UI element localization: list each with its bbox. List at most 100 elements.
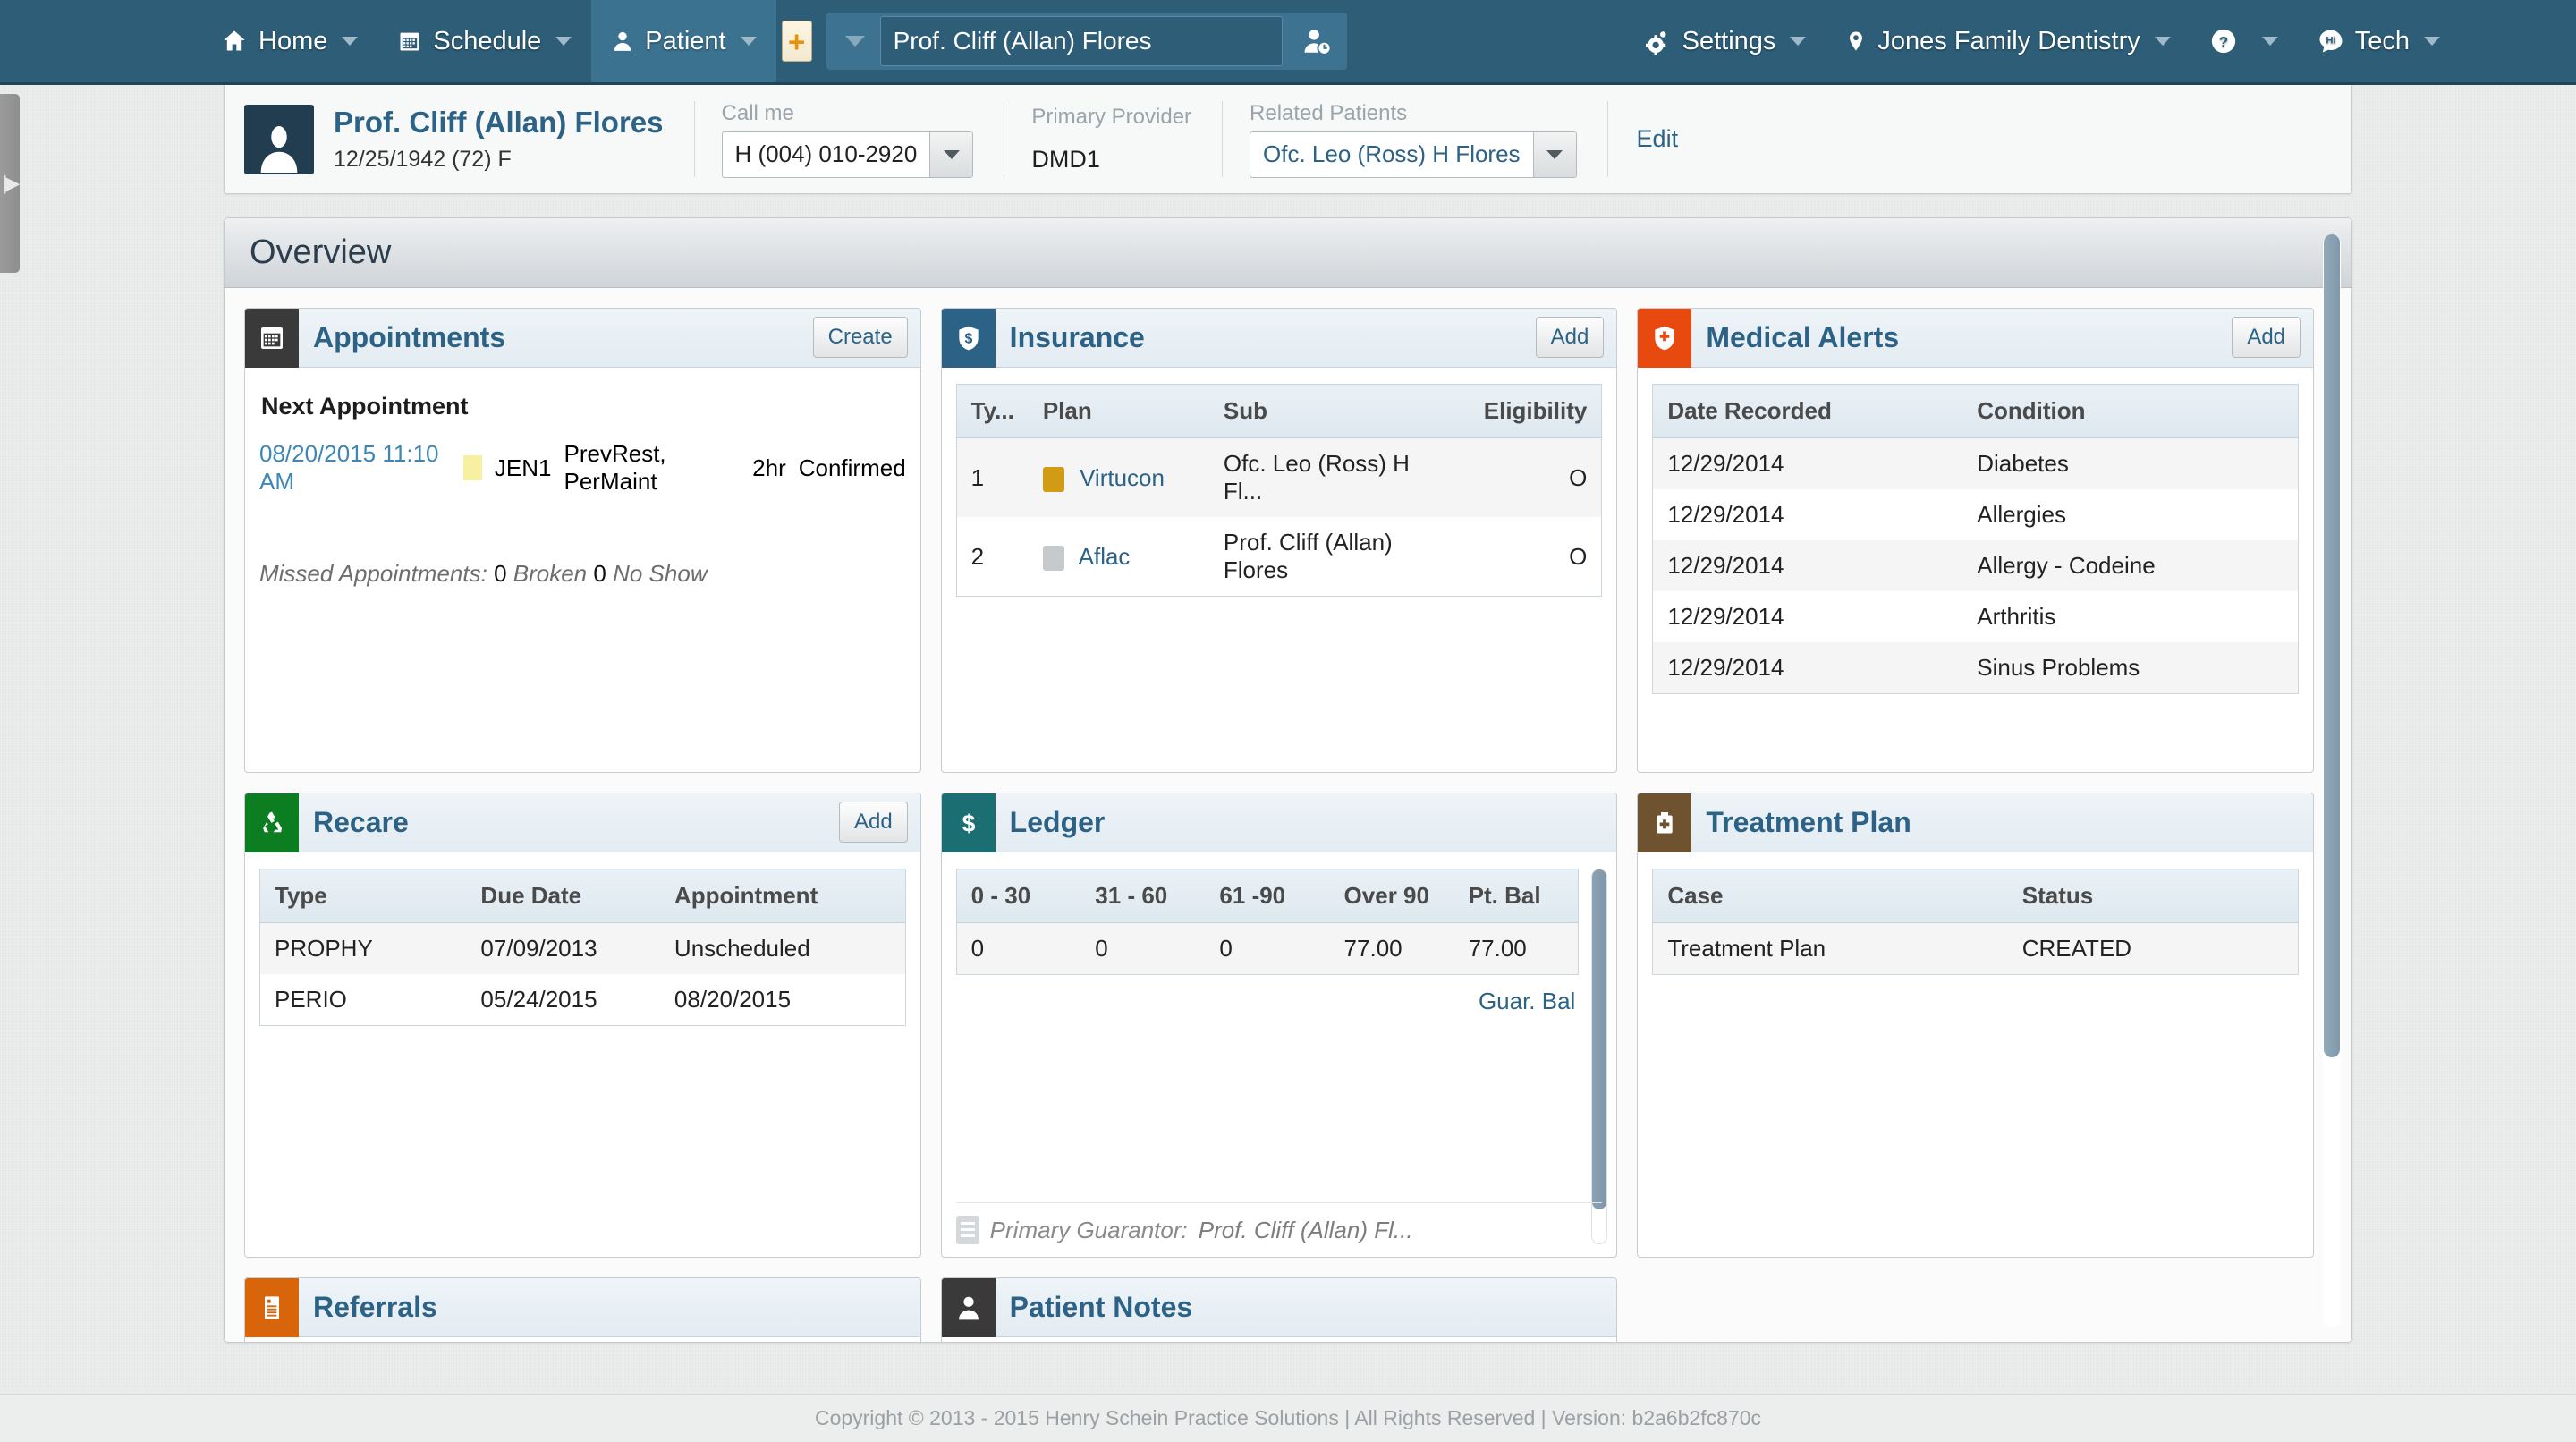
- insurance-plan[interactable]: Aflac: [1079, 543, 1131, 570]
- call-me-select[interactable]: H (004) 010-2920: [721, 131, 974, 178]
- table-row[interactable]: 12/29/2014 Sinus Problems: [1652, 642, 2299, 694]
- copyright-text: Copyright © 2013 - 2015 Henry Schein Pra…: [814, 1406, 1762, 1429]
- patient-search-input[interactable]: [879, 16, 1283, 66]
- patient-search-dropdown-toggle[interactable]: [830, 16, 880, 66]
- chevron-down-icon[interactable]: [1790, 37, 1807, 46]
- overview-grid: Appointments Create Next Appointment 08/…: [225, 288, 2351, 1342]
- recare-due-date[interactable]: 05/24/2015: [466, 974, 660, 1026]
- table-row[interactable]: PERIO 05/24/2015 08/20/2015: [259, 974, 906, 1026]
- recare-due-date[interactable]: 07/09/2013: [466, 922, 660, 974]
- insurance-eligibility: O: [1467, 517, 1602, 597]
- shield-dollar-icon: $: [941, 309, 996, 368]
- recare-table: Type Due Date Appointment PROPHY 07/09/2…: [259, 869, 906, 1026]
- nav-item-home[interactable]: Home: [201, 0, 377, 82]
- missed-appointments-label: Missed Appointments:: [259, 560, 487, 587]
- related-patients-dropdown-toggle[interactable]: [1532, 131, 1576, 177]
- missed-noshow-label: No Show: [613, 560, 708, 587]
- patient-avatar-icon: [244, 104, 314, 174]
- panel-recare: Recare Add Type Due Date Appointment PRO…: [244, 793, 921, 1258]
- appointment-duration: 2hr: [752, 454, 786, 481]
- ledger-pt-bal: 77.00: [1453, 922, 1579, 975]
- primary-provider-field: Primary Provider DMD1: [1004, 105, 1191, 174]
- table-row[interactable]: 2 Aflac Prof. Cliff (Allan) Flores O: [956, 517, 1602, 597]
- column-header-condition: Condition: [1962, 384, 2299, 438]
- insurance-sub: Ofc. Leo (Ross) H Fl...: [1208, 437, 1468, 517]
- appointment-status: Confirmed: [798, 454, 906, 481]
- nav-item-help[interactable]: ?: [2190, 0, 2298, 82]
- person-icon: [941, 1278, 996, 1337]
- column-header-status: Status: [2007, 869, 2299, 923]
- insurance-plan-cell[interactable]: Aflac: [1028, 517, 1209, 597]
- nav-item-schedule[interactable]: Schedule: [377, 0, 591, 82]
- missed-noshow-count: 0: [593, 560, 606, 587]
- insurance-type: 1: [956, 437, 1029, 517]
- nav-item-patient[interactable]: Patient: [591, 0, 776, 82]
- table-row[interactable]: PROPHY 07/09/2013 Unscheduled: [259, 922, 906, 974]
- nav-item-practice[interactable]: Jones Family Dentistry: [1826, 0, 2190, 82]
- panel-header: Treatment Plan: [1638, 793, 2314, 852]
- nav-item-home-label: Home: [258, 26, 328, 55]
- dollar-icon: $: [941, 793, 996, 852]
- panel-body: [245, 1337, 920, 1342]
- nav-item-settings[interactable]: Settings: [1623, 0, 1826, 82]
- treatment-status: CREATED: [2007, 922, 2299, 975]
- table-row[interactable]: 1 Virtucon Ofc. Leo (Ross) H Fl... O: [956, 437, 1602, 517]
- nav-item-tech[interactable]: Hi Tech: [2298, 0, 2460, 82]
- alert-date: 12/29/2014: [1652, 540, 1963, 591]
- chevron-down-icon[interactable]: [555, 37, 572, 46]
- home-icon: [221, 29, 248, 54]
- table-row[interactable]: 12/29/2014 Allergies: [1652, 489, 2299, 540]
- table-row[interactable]: Treatment Plan CREATED: [1652, 922, 2299, 975]
- ledger-table: 0 - 30 31 - 60 61 -90 Over 90 Pt. Bal 0 …: [955, 869, 1580, 975]
- chevron-down-icon[interactable]: [2424, 37, 2440, 46]
- insurance-sub: Prof. Cliff (Allan) Flores: [1208, 517, 1468, 597]
- table-row[interactable]: 12/29/2014 Allergy - Codeine: [1652, 540, 2299, 591]
- add-medical-alert-button[interactable]: Add: [2232, 317, 2301, 358]
- treatment-plan-table: Case Status Treatment Plan CREATED: [1652, 869, 2300, 975]
- chevron-down-icon[interactable]: [2261, 37, 2278, 46]
- ledger-scrollbar[interactable]: [1591, 869, 1608, 1244]
- table-row: 0 0 0 77.00 77.00: [956, 922, 1579, 975]
- patient-history-button[interactable]: [1289, 16, 1343, 66]
- panel-referrals: Referrals: [244, 1277, 921, 1342]
- chevron-down-icon[interactable]: [342, 37, 359, 46]
- guarantor-balance-link[interactable]: Guar. Bal: [956, 988, 1580, 1015]
- insurance-plan[interactable]: Virtucon: [1080, 464, 1165, 491]
- appointment-datetime[interactable]: 08/20/2015 11:10 AM: [259, 440, 451, 496]
- recare-appointment[interactable]: Unscheduled: [659, 922, 906, 974]
- patient-name: Prof. Cliff (Allan) Flores: [334, 106, 664, 139]
- table-row[interactable]: 12/29/2014 Arthritis: [1652, 591, 2299, 642]
- panel-title: Patient Notes: [1009, 1291, 1193, 1323]
- document-icon: [245, 1278, 299, 1337]
- edit-patient-link[interactable]: Edit: [1608, 125, 1679, 153]
- add-insurance-button[interactable]: Add: [1535, 317, 1605, 358]
- column-header-61-90: 61 -90: [1205, 869, 1330, 923]
- panel-title: Appointments: [313, 321, 506, 353]
- nav-left-spacer: [0, 0, 201, 82]
- appointment-procedures: PrevRest, PerMaint: [564, 440, 666, 495]
- add-recare-button[interactable]: Add: [838, 802, 908, 843]
- recare-type: PERIO: [259, 974, 467, 1026]
- nav-item-settings-label: Settings: [1682, 26, 1776, 55]
- related-patients-value: Ofc. Leo (Ross) H Flores: [1263, 140, 1521, 167]
- next-appointment-row[interactable]: 08/20/2015 11:10 AM JEN1 PrevRest, PerMa…: [259, 440, 906, 496]
- sidebar-expand-handle[interactable]: |▶: [0, 94, 20, 273]
- chevron-down-icon[interactable]: [740, 37, 757, 46]
- patient-search-group: [826, 13, 1347, 70]
- call-me-dropdown-toggle[interactable]: [929, 131, 973, 177]
- plan-document-icon: [1042, 545, 1064, 571]
- related-patients-select[interactable]: Ofc. Leo (Ross) H Flores: [1250, 131, 1577, 178]
- add-patient-button[interactable]: +: [781, 21, 812, 62]
- panel-body: Case Status Treatment Plan CREATED: [1638, 852, 2313, 1257]
- alert-condition: Sinus Problems: [1962, 642, 2299, 694]
- panel-body: Date Recorded Condition 12/29/2014 Diabe…: [1638, 368, 2313, 772]
- insurance-plan-cell[interactable]: Virtucon: [1028, 437, 1209, 517]
- nav-flex-spacer: [1347, 0, 1623, 82]
- chevron-down-icon[interactable]: [2154, 37, 2171, 46]
- overview-column-left: Appointments Create Next Appointment 08/…: [244, 308, 921, 1342]
- recare-appointment[interactable]: 08/20/2015: [659, 974, 906, 1026]
- recycle-icon: [245, 793, 299, 852]
- table-row[interactable]: 12/29/2014 Diabetes: [1652, 437, 2299, 489]
- overview-scrollbar[interactable]: [2323, 234, 2341, 1327]
- create-appointment-button[interactable]: Create: [812, 317, 908, 358]
